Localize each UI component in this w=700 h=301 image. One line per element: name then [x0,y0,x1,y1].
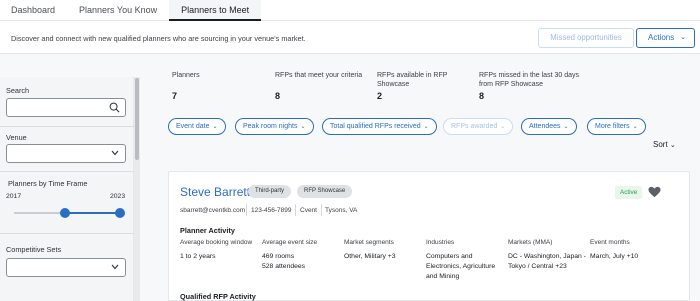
filter-label: Peak room nights [243,123,298,130]
sidebar-divider [0,126,134,127]
col-header-market-segments: Market segments [344,239,394,246]
col-value-industries: Computers and Electronics, Agriculture a… [426,253,496,280]
competitive-sets-select[interactable] [6,258,126,277]
col-header-booking-window: Average booking window [180,239,253,246]
stat-rfps-available-value: 2 [377,91,383,101]
chevron-down-icon: ⌄ [680,34,686,41]
planner-email[interactable]: sbarrett@cventkb.com [180,207,245,214]
chevron-down-icon: ⌄ [300,124,306,130]
filter-event-date[interactable]: Event date ⌄ [168,118,226,135]
tab-planners-you-know[interactable]: Planners You Know [67,0,169,21]
stat-rfps-criteria-label: RFPs that meet your criteria [275,72,363,79]
chevron-down-icon [111,264,119,270]
sidebar-divider [0,171,134,172]
search-input[interactable] [6,98,126,117]
sidebar-divider [0,233,134,234]
chevron-down-icon [111,150,119,156]
stat-planners-label: Planners [172,72,200,79]
timeframe-start-year: 2017 [6,193,22,200]
tab-dashboard[interactable]: Dashboard [0,0,67,21]
planner-phone: 123-456-7899 [251,207,292,214]
planner-name[interactable]: Steve Barrett [180,185,250,199]
chevron-down-icon: ⌄ [669,142,676,149]
col-value-markets: DC - Washington, Japan - Tokyo / Central… [508,253,586,270]
sort-dropdown[interactable]: Sort ⌄ [653,140,676,149]
timeframe-slider-low-handle[interactable] [60,208,70,218]
col-value-booking-window: 1 to 2 years [180,253,216,260]
actions-label: Actions [648,33,675,42]
competitive-sets-label: Competitive Sets [6,245,62,254]
planner-activity-title: Planner Activity [180,226,235,235]
filter-attendees[interactable]: Attendees ⌄ [521,118,577,135]
sort-label: Sort [653,140,668,149]
missed-opportunities-button[interactable]: Missed opportunities [538,28,634,48]
col-header-event-size: Average event size [262,239,318,246]
col-header-industries: Industries [426,239,455,246]
status-badge: Active [615,186,643,199]
page-header: Discover and connect with new qualified … [0,22,700,54]
timeframe-slider-high-handle[interactable] [115,208,125,218]
contact-separator [321,204,322,216]
filter-label: RFPs awarded [451,123,498,130]
search-label: Search [6,86,30,95]
filter-label: Attendees [529,123,561,130]
qualified-rfp-activity-title: Qualified RFP Activity [180,292,256,301]
chevron-down-icon: ⌄ [212,124,218,130]
chevron-down-icon: ⌄ [423,124,429,130]
filter-label: Total qualified RFPs received [330,123,421,130]
col-value-event-size: 469 rooms 528 attendees [262,253,306,270]
sidebar-scroll-thumb[interactable] [135,78,139,160]
stat-rfps-missed-value: 8 [479,91,485,101]
filter-more-filters[interactable]: More filters ⌄ [587,118,646,135]
contact-separator [295,204,296,216]
venue-label: Venue [6,133,27,142]
actions-button[interactable]: Actions ⌄ [636,28,695,48]
col-header-markets: Markets (MMA) [508,239,553,246]
stat-rfps-criteria-value: 8 [275,91,281,101]
stat-rfps-available-label: RFPs available in RFP Showcase [377,72,448,88]
timeframe-label: Planners by Time Frame [8,179,88,188]
filter-total-qualified-rfps[interactable]: Total qualified RFPs received ⌄ [322,118,437,135]
filter-rfps-awarded: RFPs awarded ⌄ [443,118,514,135]
timeframe-end-year: 2023 [110,193,126,200]
stat-planners-value: 7 [172,91,178,101]
timeframe-slider-range [65,212,120,214]
chevron-down-icon: ⌄ [632,124,638,130]
filter-peak-room-nights[interactable]: Peak room nights ⌄ [235,118,314,135]
contact-separator [246,204,247,216]
filter-label: More filters [595,123,630,130]
col-value-event-months: March, July +10 [590,253,639,260]
venue-select[interactable] [6,144,126,163]
heart-icon[interactable] [648,186,661,198]
top-tabs: Dashboard Planners You Know Planners to … [0,0,700,21]
planner-location: Tysons, VA [325,207,358,214]
planner-company: Cvent [300,207,317,214]
tag-rfp-showcase: RFP Showcase [297,185,353,198]
tab-planners-to-meet[interactable]: Planners to Meet [169,0,262,21]
planner-card: Steve Barrett Third-party RFP Showcase A… [168,171,690,301]
tag-third-party: Third-party [248,185,292,198]
filter-label: Event date [176,123,210,130]
col-value-market-segments: Other, Military +3 [344,253,396,260]
search-icon[interactable] [109,102,120,113]
chevron-down-icon: ⌄ [500,124,506,130]
page-description: Discover and connect with new qualified … [11,34,306,43]
stat-rfps-missed-label: RFPs missed in the last 30 days from RFP… [479,72,579,88]
chevron-down-icon: ⌄ [563,124,569,130]
col-header-event-months: Event months [590,239,630,246]
